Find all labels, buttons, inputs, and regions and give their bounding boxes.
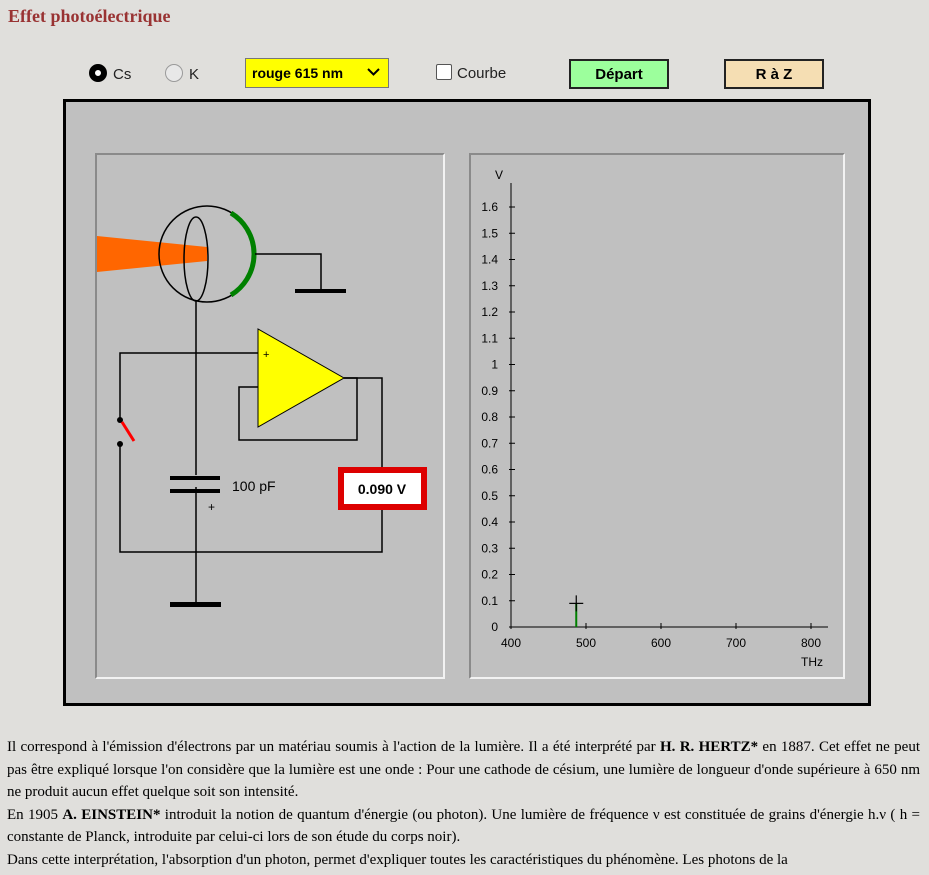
x-tick-label: 700: [726, 636, 746, 650]
y-tick-label: 0: [491, 620, 498, 634]
radio-cs-label: Cs: [113, 66, 132, 83]
y-tick-label: 1.2: [481, 305, 498, 319]
radio-cs-indicator[interactable]: [89, 63, 107, 82]
cathode-wire: [255, 253, 322, 290]
chart-panel: 0 0.1 0.2 0.3 0.4 0.5 0.6 0.7 0.8 0.9 1 1.1 1.2 1.3 1.…: [469, 153, 845, 679]
curve-checkbox[interactable]: Courbe: [436, 62, 506, 82]
circuit-panel: 100 pF + + 0.090 V: [95, 153, 445, 679]
circuit-diagram: 100 pF + + 0.090 V: [97, 205, 427, 607]
radio-k-label: K: [189, 66, 200, 83]
switch-lever[interactable]: [120, 421, 136, 442]
hertz-name: H. R. HERTZ*: [659, 739, 759, 755]
capacitor-label: 100 pF: [232, 478, 276, 494]
paragraph-2: En 1905 A. EINSTEIN* introduit la notion…: [7, 804, 920, 849]
y-tick-label: 1.4: [481, 253, 498, 267]
x-axis-label: THz: [801, 655, 823, 669]
capacitor-plus: +: [208, 500, 215, 514]
y-tick-label: 0.2: [481, 568, 498, 582]
simulation-frame: 100 pF + + 0.090 V 0 0.1 0.2 0.3 0.4 0.5 0.: [63, 99, 871, 706]
wavelength-select[interactable]: rouge 615 nm: [245, 58, 389, 88]
switch-contact-bottom: [117, 441, 123, 447]
light-beam: [97, 236, 207, 272]
description-text: Il correspond à l'émission d'électrons p…: [7, 736, 920, 871]
chart-axes: [510, 183, 828, 628]
start-button[interactable]: Départ: [569, 59, 669, 89]
chart-marks: [569, 595, 584, 627]
y-tick-label: 0.9: [481, 384, 498, 398]
y-tick-label: 1: [491, 358, 498, 372]
y-tick-label: 0.4: [481, 515, 498, 529]
ground-symbol-top: [295, 289, 346, 293]
x-tick-label: 600: [651, 636, 671, 650]
paragraph-1: Il correspond à l'émission d'électrons p…: [7, 736, 920, 804]
y-tick-label: 1.5: [481, 226, 498, 240]
ground-symbol-bottom: [170, 602, 221, 607]
page-title: Effet photoélectrique: [8, 6, 171, 26]
x-tick-label: 500: [576, 636, 596, 650]
curve-checkbox-label: Courbe: [457, 65, 507, 82]
curve-checkbox-box[interactable]: [436, 64, 452, 80]
y-tick-label: 0.1: [481, 594, 498, 608]
wavelength-select-value: rouge 615 nm: [252, 65, 344, 81]
x-tick-label: 800: [801, 636, 821, 650]
capacitor-plate-top: [170, 476, 220, 480]
radio-k[interactable]: K: [165, 62, 199, 83]
voltage-frequency-chart: 0 0.1 0.2 0.3 0.4 0.5 0.6 0.7 0.8 0.9 1 1.1 1.2 1.3 1.…: [481, 168, 828, 669]
y-tick-label: 0.3: [481, 541, 498, 555]
amplifier: [257, 328, 346, 428]
y-axis-ticks: 0 0.1 0.2 0.3 0.4 0.5 0.6 0.7 0.8 0.9 1 1.1 1.2 1.3 1.…: [481, 200, 515, 634]
y-tick-label: 0.8: [481, 410, 498, 424]
capacitor-plate-bottom: [170, 489, 220, 493]
chevron-down-icon: [367, 64, 380, 83]
left-wire-top: [119, 352, 258, 418]
y-tick-label: 0.6: [481, 463, 498, 477]
paragraph-3: Dans cette interprétation, l'absorption …: [7, 851, 788, 868]
y-tick-label: 1.6: [481, 200, 498, 214]
voltmeter-value: 0.090 V: [358, 481, 407, 497]
y-axis-label: V: [495, 168, 503, 182]
reset-button[interactable]: R à Z: [724, 59, 824, 89]
output-wire: [344, 377, 383, 467]
radio-k-indicator[interactable]: [165, 63, 183, 82]
y-tick-label: 0.7: [481, 436, 498, 450]
x-tick-label: 400: [501, 636, 521, 650]
einstein-name: A. EINSTEIN*: [62, 806, 161, 823]
radio-cs[interactable]: Cs: [89, 62, 131, 83]
y-tick-label: 0.5: [481, 489, 498, 503]
p1-text-a: Il correspond à l'émission d'électrons p…: [7, 739, 660, 755]
y-tick-label: 1.1: [481, 331, 498, 345]
controls-bar: Cs K rouge 615 nm Courbe Départ R à Z: [0, 56, 929, 92]
amplifier-plus: +: [263, 349, 269, 361]
p2-text-a: En 1905: [7, 806, 63, 823]
y-tick-label: 1.3: [481, 279, 498, 293]
photocell-cathode: [229, 210, 257, 298]
